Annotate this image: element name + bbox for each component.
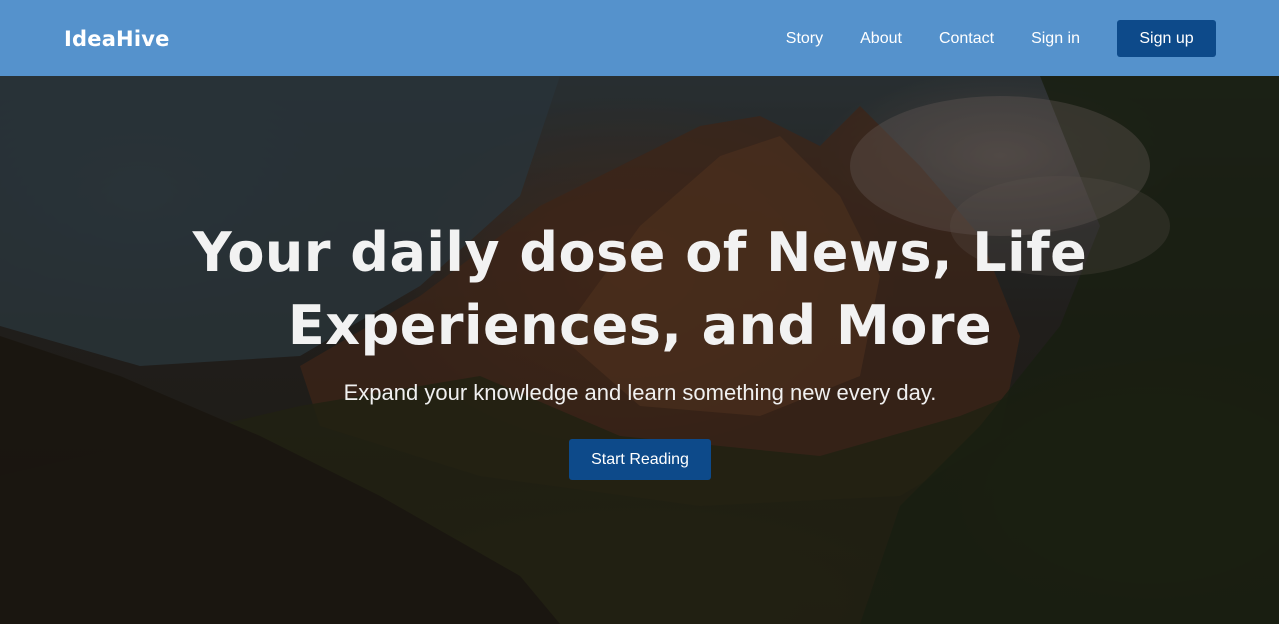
nav-link-sign-in[interactable]: Sign in [1031,20,1080,57]
hero-title-line-1: Your daily dose of News, Life [192,221,1088,284]
hero-title-line-2: Experiences, and More [287,294,993,357]
sign-up-button[interactable]: Sign up [1117,20,1216,57]
hero-title: Your daily dose of News, Life Experience… [140,216,1140,362]
start-reading-button[interactable]: Start Reading [569,439,711,480]
top-navbar: IdeaHive Story About Contact Sign in Sig… [0,0,1279,76]
site-logo[interactable]: IdeaHive [64,24,170,54]
hero-section: Your daily dose of News, Life Experience… [0,76,1279,624]
nav-link-contact[interactable]: Contact [939,20,994,57]
nav-link-story[interactable]: Story [786,20,823,57]
nav-link-about[interactable]: About [860,20,902,57]
hero-subtitle: Expand your knowledge and learn somethin… [343,380,937,405]
main-nav: Story About Contact Sign in Sign up [786,20,1216,57]
